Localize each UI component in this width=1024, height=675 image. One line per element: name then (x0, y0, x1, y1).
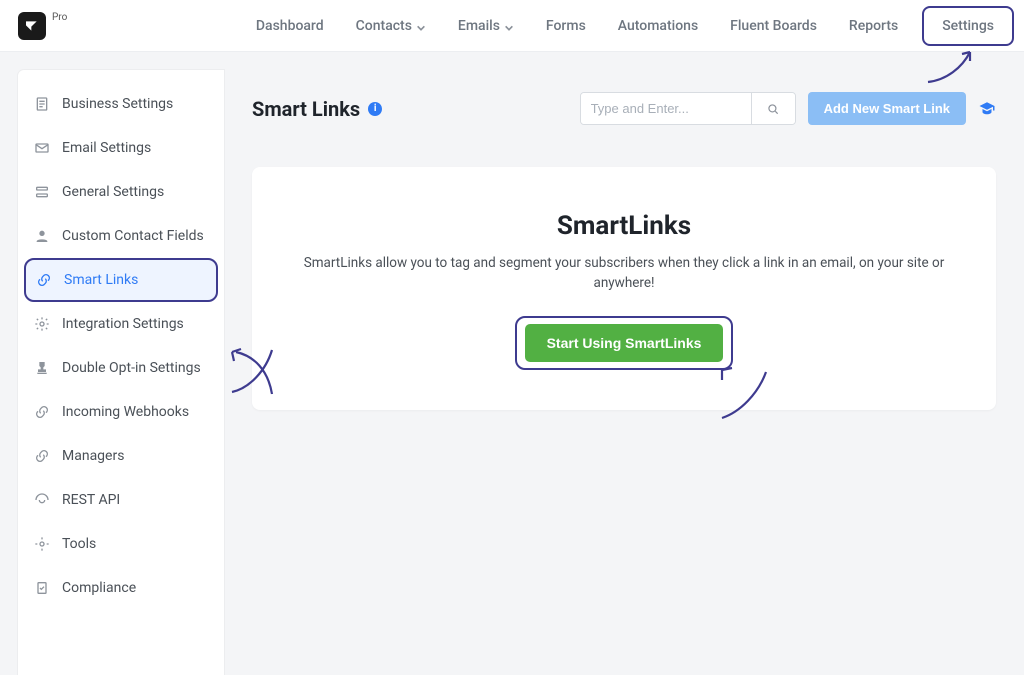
info-icon[interactable]: i (368, 102, 382, 116)
pro-badge: Pro (52, 12, 67, 23)
cta-highlight-frame: Start Using SmartLinks (515, 316, 734, 370)
nav-dashboard-label: Dashboard (256, 18, 324, 34)
chevron-down-icon (504, 21, 514, 31)
sidebar-item-label: Tools (62, 536, 96, 552)
user-icon (34, 228, 50, 244)
sidebar-item-incoming-webhooks[interactable]: Incoming Webhooks (18, 390, 224, 434)
nav-contacts[interactable]: Contacts (356, 18, 426, 34)
sidebar-item-label: Custom Contact Fields (62, 228, 204, 244)
brand-area: Pro (18, 12, 67, 40)
nav-fluent-boards-label: Fluent Boards (730, 18, 817, 34)
page-header: Smart Links i Add New Smart Link (224, 70, 1024, 145)
add-smart-link-button[interactable]: Add New Smart Link (808, 92, 966, 125)
sidebar-item-rest-api[interactable]: REST API (18, 478, 224, 522)
api-icon (34, 492, 50, 508)
sidebar-item-label: General Settings (62, 184, 164, 200)
nav-reports[interactable]: Reports (849, 18, 898, 34)
sliders-icon (34, 184, 50, 200)
sidebar-item-tools[interactable]: Tools (18, 522, 224, 566)
nav-fluent-boards[interactable]: Fluent Boards (730, 18, 817, 34)
mail-icon (34, 140, 50, 156)
app-logo (18, 12, 46, 40)
chevron-down-icon (416, 21, 426, 31)
sidebar-item-compliance[interactable]: Compliance (18, 566, 224, 610)
main-nav: Dashboard Contacts Emails Forms Automati… (256, 16, 1006, 36)
team-icon (34, 448, 50, 464)
page-title-text: Smart Links (252, 97, 360, 121)
sidebar-item-label: Double Opt-in Settings (62, 360, 201, 376)
search-icon (766, 102, 780, 116)
gear-icon (34, 316, 50, 332)
wrench-icon (34, 536, 50, 552)
sidebar-item-smart-links[interactable]: Smart Links (24, 258, 218, 302)
sidebar-item-general-settings[interactable]: General Settings (18, 170, 224, 214)
start-using-smartlinks-button[interactable]: Start Using SmartLinks (525, 324, 724, 362)
sidebar-item-label: Email Settings (62, 140, 151, 156)
sidebar-item-label: Integration Settings (62, 316, 184, 332)
sidebar-item-label: Incoming Webhooks (62, 404, 189, 420)
sidebar-item-email-settings[interactable]: Email Settings (18, 126, 224, 170)
sidebar-item-managers[interactable]: Managers (18, 434, 224, 478)
nav-automations[interactable]: Automations (618, 18, 698, 34)
search-button[interactable] (751, 93, 795, 124)
sidebar-item-label: Smart Links (64, 272, 138, 288)
search-input[interactable] (581, 93, 751, 124)
empty-state-card: SmartLinks SmartLinks allow you to tag a… (252, 167, 996, 410)
empty-state-heading: SmartLinks (300, 211, 948, 241)
graduation-cap-icon[interactable] (978, 100, 996, 118)
top-bar: Pro Dashboard Contacts Emails Forms Auto… (0, 0, 1024, 52)
nav-forms-label: Forms (546, 18, 586, 34)
nav-emails[interactable]: Emails (458, 18, 514, 34)
nav-automations-label: Automations (618, 18, 698, 34)
webhook-icon (34, 404, 50, 420)
sidebar-item-double-optin[interactable]: Double Opt-in Settings (18, 346, 224, 390)
sidebar-item-label: REST API (62, 492, 120, 508)
clipboard-check-icon (34, 580, 50, 596)
stamp-icon (34, 360, 50, 376)
nav-settings[interactable]: Settings (922, 6, 1014, 46)
nav-reports-label: Reports (849, 18, 898, 34)
settings-sidebar: Business Settings Email Settings General… (18, 70, 224, 675)
page-title: Smart Links i (252, 97, 382, 121)
sidebar-item-label: Business Settings (62, 96, 173, 112)
sidebar-item-business-settings[interactable]: Business Settings (18, 82, 224, 126)
nav-dashboard[interactable]: Dashboard (256, 18, 324, 34)
link-icon (36, 272, 52, 288)
empty-state-body: SmartLinks allow you to tag and segment … (300, 253, 948, 294)
nav-emails-label: Emails (458, 18, 500, 34)
nav-settings-label: Settings (942, 18, 994, 34)
main-content: Smart Links i Add New Smart Link SmartLi… (224, 70, 1024, 675)
sidebar-item-label: Compliance (62, 580, 136, 596)
nav-contacts-label: Contacts (356, 18, 412, 34)
search-group (580, 92, 796, 125)
sidebar-item-integration-settings[interactable]: Integration Settings (18, 302, 224, 346)
sidebar-item-custom-contact-fields[interactable]: Custom Contact Fields (18, 214, 224, 258)
sidebar-item-label: Managers (62, 448, 124, 464)
nav-forms[interactable]: Forms (546, 18, 586, 34)
document-icon (34, 96, 50, 112)
